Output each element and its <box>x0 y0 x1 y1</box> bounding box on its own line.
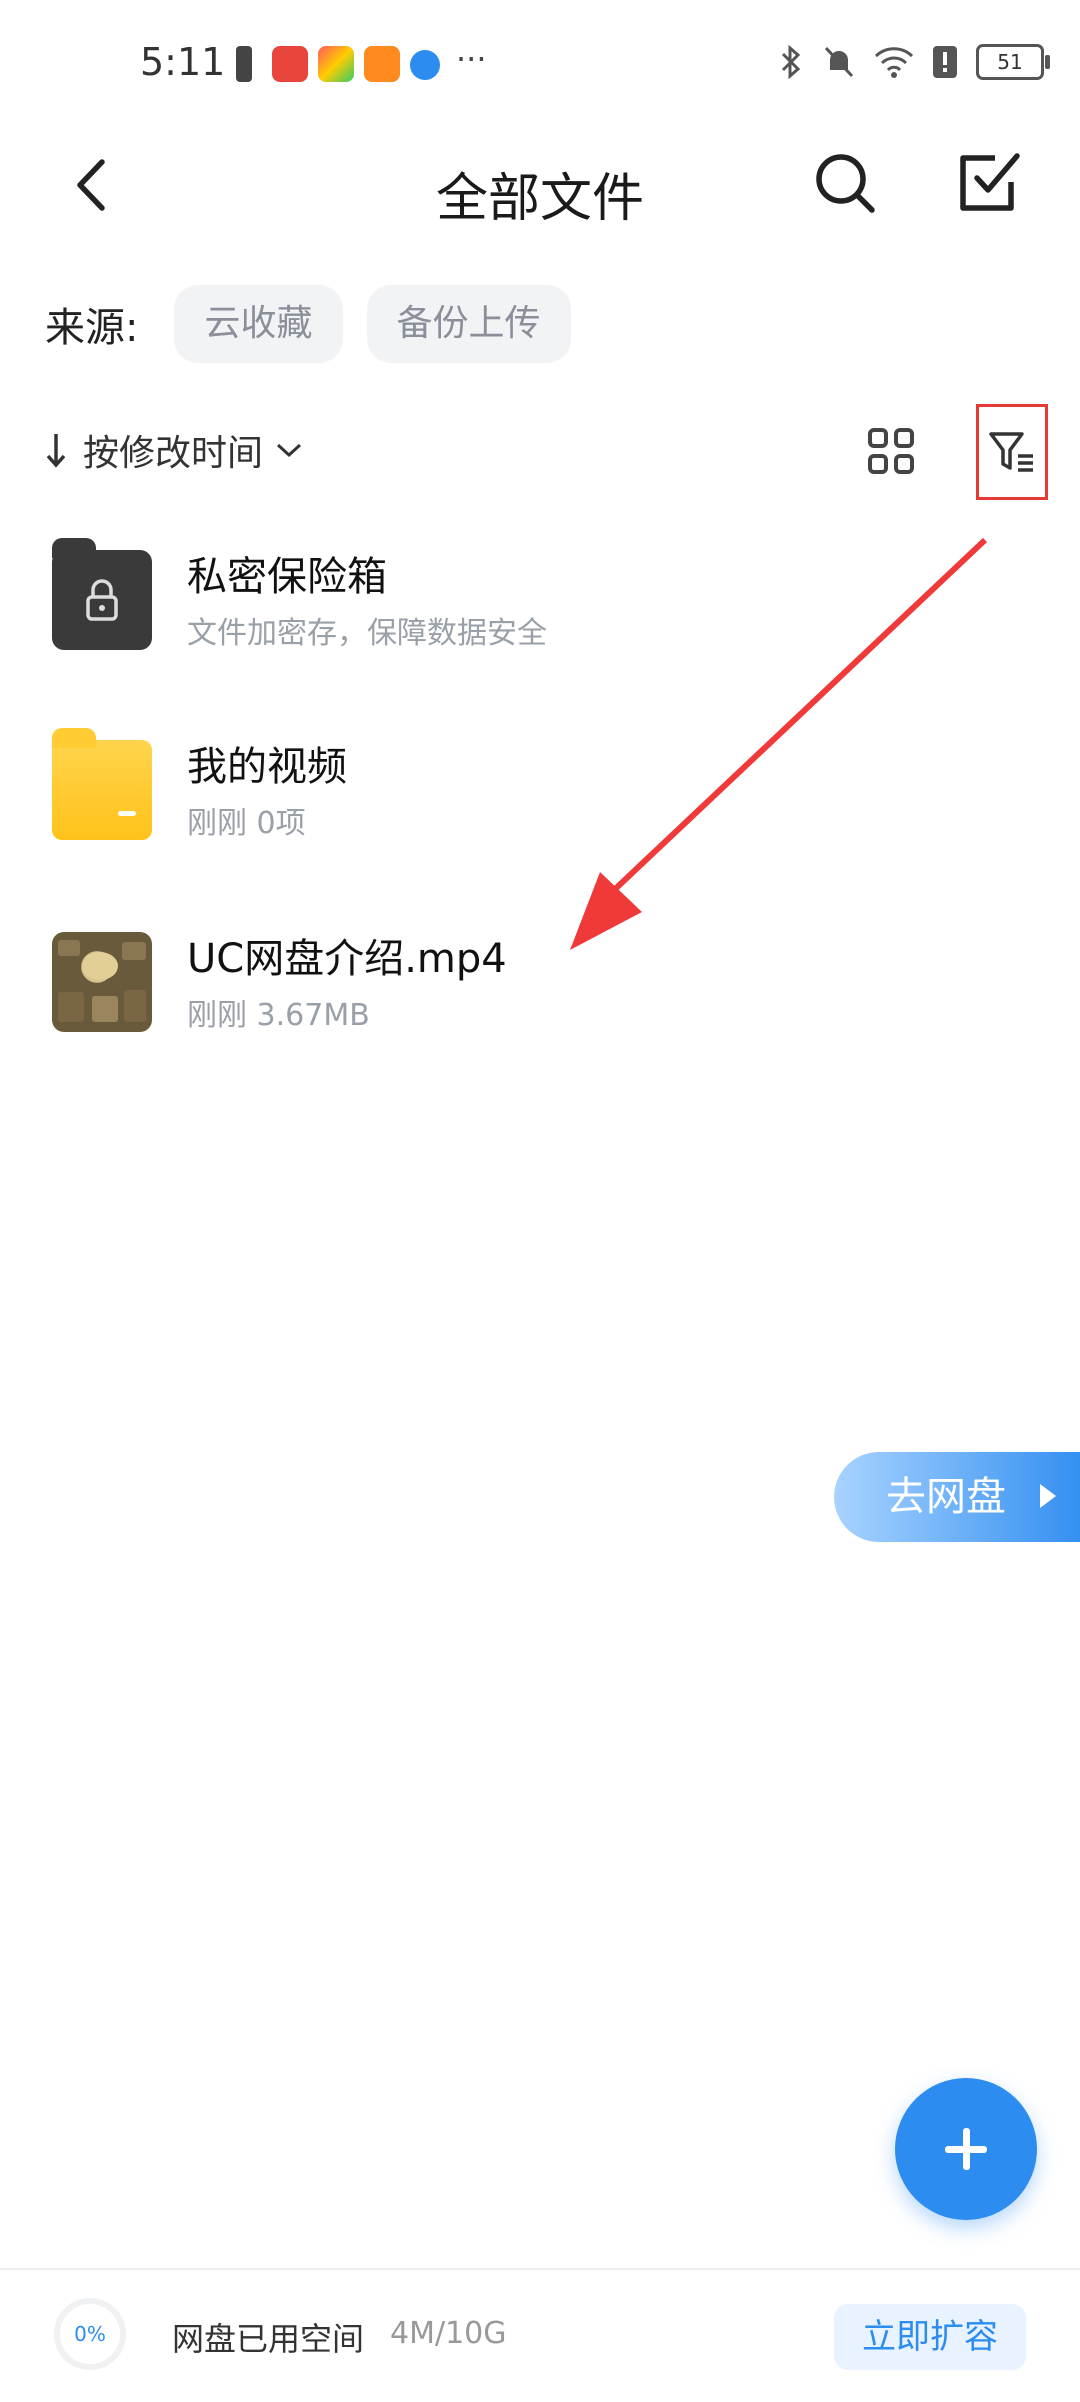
grid-view-button[interactable] <box>866 426 916 476</box>
sort-label: 按修改时间 <box>83 433 264 474</box>
mute-bell-icon <box>824 46 854 78</box>
browser-icon <box>410 50 440 80</box>
expand-storage-button[interactable]: 立即扩容 <box>834 2304 1026 2370</box>
add-button[interactable] <box>895 2078 1037 2220</box>
storage-usage-ring: 0% <box>54 2298 126 2370</box>
bluetooth-icon <box>781 44 801 80</box>
storage-value: 4M/10G <box>390 2316 507 2351</box>
go-to-drive-label: 去网盘 <box>886 1474 1006 1520</box>
vault-folder-icon <box>52 538 152 650</box>
lock-icon <box>86 579 118 621</box>
source-label: 来源: <box>45 305 139 351</box>
sort-arrow-down-icon <box>46 434 66 468</box>
alert-icon <box>236 46 252 82</box>
video-app-icon <box>364 46 400 82</box>
file-item-private-vault[interactable]: 私密保险箱 文件加密存，保障数据安全 <box>52 538 1032 660</box>
page-title: 全部文件 <box>435 169 644 229</box>
status-bar: 5:11 ··· 51 <box>0 0 1080 120</box>
source-chip-backup-upload[interactable]: 备份上传 <box>366 285 571 363</box>
more-notifications-icon: ··· <box>456 40 487 78</box>
status-time: 5:11 <box>140 40 226 84</box>
play-triangle-icon <box>1040 1484 1056 1508</box>
storage-bar: 0% 网盘已用空间 4M/10G 立即扩容 <box>0 2268 1080 2402</box>
storage-label: 网盘已用空间 <box>172 2320 365 2358</box>
chevron-down-icon <box>277 443 302 458</box>
filter-button[interactable] <box>976 404 1048 500</box>
file-item-video[interactable]: UC网盘介绍.mp4 刚刚 3.67MB <box>52 922 1032 1042</box>
file-meta: 刚刚 0项 <box>187 806 306 841</box>
source-chip-cloud-favorites[interactable]: 云收藏 <box>174 285 343 363</box>
sort-selector[interactable]: 按修改时间 <box>45 420 303 480</box>
file-name: 私密保险箱 <box>187 554 387 600</box>
file-item-my-videos[interactable]: 我的视频 刚刚 0项 <box>52 728 1032 850</box>
video-thumbnail-art <box>58 940 146 1022</box>
huawei-store-icon <box>272 46 308 82</box>
file-meta: 刚刚 3.67MB <box>187 998 370 1033</box>
file-name: 我的视频 <box>187 744 347 790</box>
folder-icon <box>52 728 152 840</box>
search-button[interactable] <box>810 148 880 218</box>
go-to-drive-button[interactable]: 去网盘 <box>834 1452 1080 1542</box>
battery-indicator: 51 <box>976 44 1050 80</box>
video-thumbnail <box>52 932 152 1032</box>
header: 全部文件 <box>0 130 1080 240</box>
app-icon <box>318 46 354 82</box>
file-name: UC网盘介绍.mp4 <box>187 936 507 982</box>
source-filter: 来源: 云收藏 备份上传 <box>45 284 595 364</box>
wifi-icon <box>874 47 914 78</box>
sim-alert-icon <box>933 46 957 78</box>
multi-select-button[interactable] <box>955 148 1025 218</box>
file-meta: 文件加密存，保障数据安全 <box>187 616 547 651</box>
filter-icon <box>989 432 1033 472</box>
